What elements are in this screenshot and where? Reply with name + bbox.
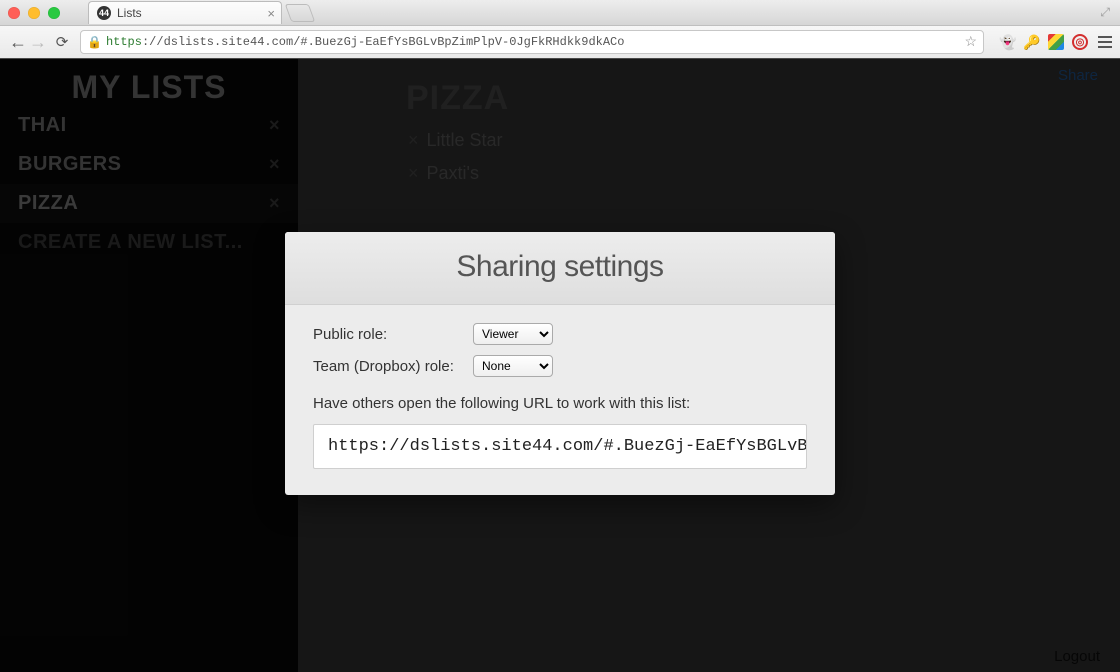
extension-ghostery-icon[interactable]: 👻 [1000,34,1016,50]
share-url-field[interactable]: https://dslists.site44.com/#.BuezGj-EaEf… [313,424,807,469]
bookmark-star-icon[interactable]: ☆ [964,34,977,51]
team-role-select[interactable]: None [473,355,553,377]
url-protocol: https [106,35,142,49]
new-tab-button[interactable] [285,4,316,22]
lock-icon: 🔒 [87,35,102,50]
reload-button[interactable]: ⟳ [52,33,72,51]
sharing-settings-modal: Sharing settings Public role: Viewer Tea… [285,232,835,495]
modal-body: Public role: Viewer Team (Dropbox) role:… [285,305,835,495]
forward-button: → [28,32,48,53]
mac-titlebar: 44 Lists × ⤢ [0,0,1120,26]
window-zoom-icon[interactable] [48,7,60,19]
team-role-row: Team (Dropbox) role: None [313,355,807,377]
team-role-label: Team (Dropbox) role: [313,358,473,375]
public-role-row: Public role: Viewer [313,323,807,345]
favicon-icon: 44 [97,6,111,20]
browser-toolbar: ← → ⟳ 🔒 https://dslists.site44.com/#.Bue… [0,26,1120,59]
url-path: ://dslists.site44.com/#.BuezGj-EaEfYsBGL… [142,35,624,49]
browser-tab[interactable]: 44 Lists × [88,1,282,24]
tab-title: Lists [117,6,142,20]
chrome-menu-icon[interactable] [1098,36,1112,48]
address-bar[interactable]: 🔒 https://dslists.site44.com/#.BuezGj-Ea… [80,30,984,54]
fullscreen-icon[interactable]: ⤢ [1100,5,1110,20]
public-role-label: Public role: [313,326,473,343]
modal-overlay[interactable]: Sharing settings Public role: Viewer Tea… [0,58,1120,672]
modal-title: Sharing settings [285,232,835,305]
tab-close-icon[interactable]: × [267,6,275,21]
share-instructions: Have others open the following URL to wo… [313,395,807,412]
extension-shield-icon[interactable]: ◎ [1072,34,1088,50]
window-close-icon[interactable] [8,7,20,19]
public-role-select[interactable]: Viewer [473,323,553,345]
back-button[interactable]: ← [8,32,28,53]
extension-key-icon[interactable]: 🔑 [1024,34,1040,50]
window-minimize-icon[interactable] [28,7,40,19]
extension-color-icon[interactable] [1048,34,1064,50]
